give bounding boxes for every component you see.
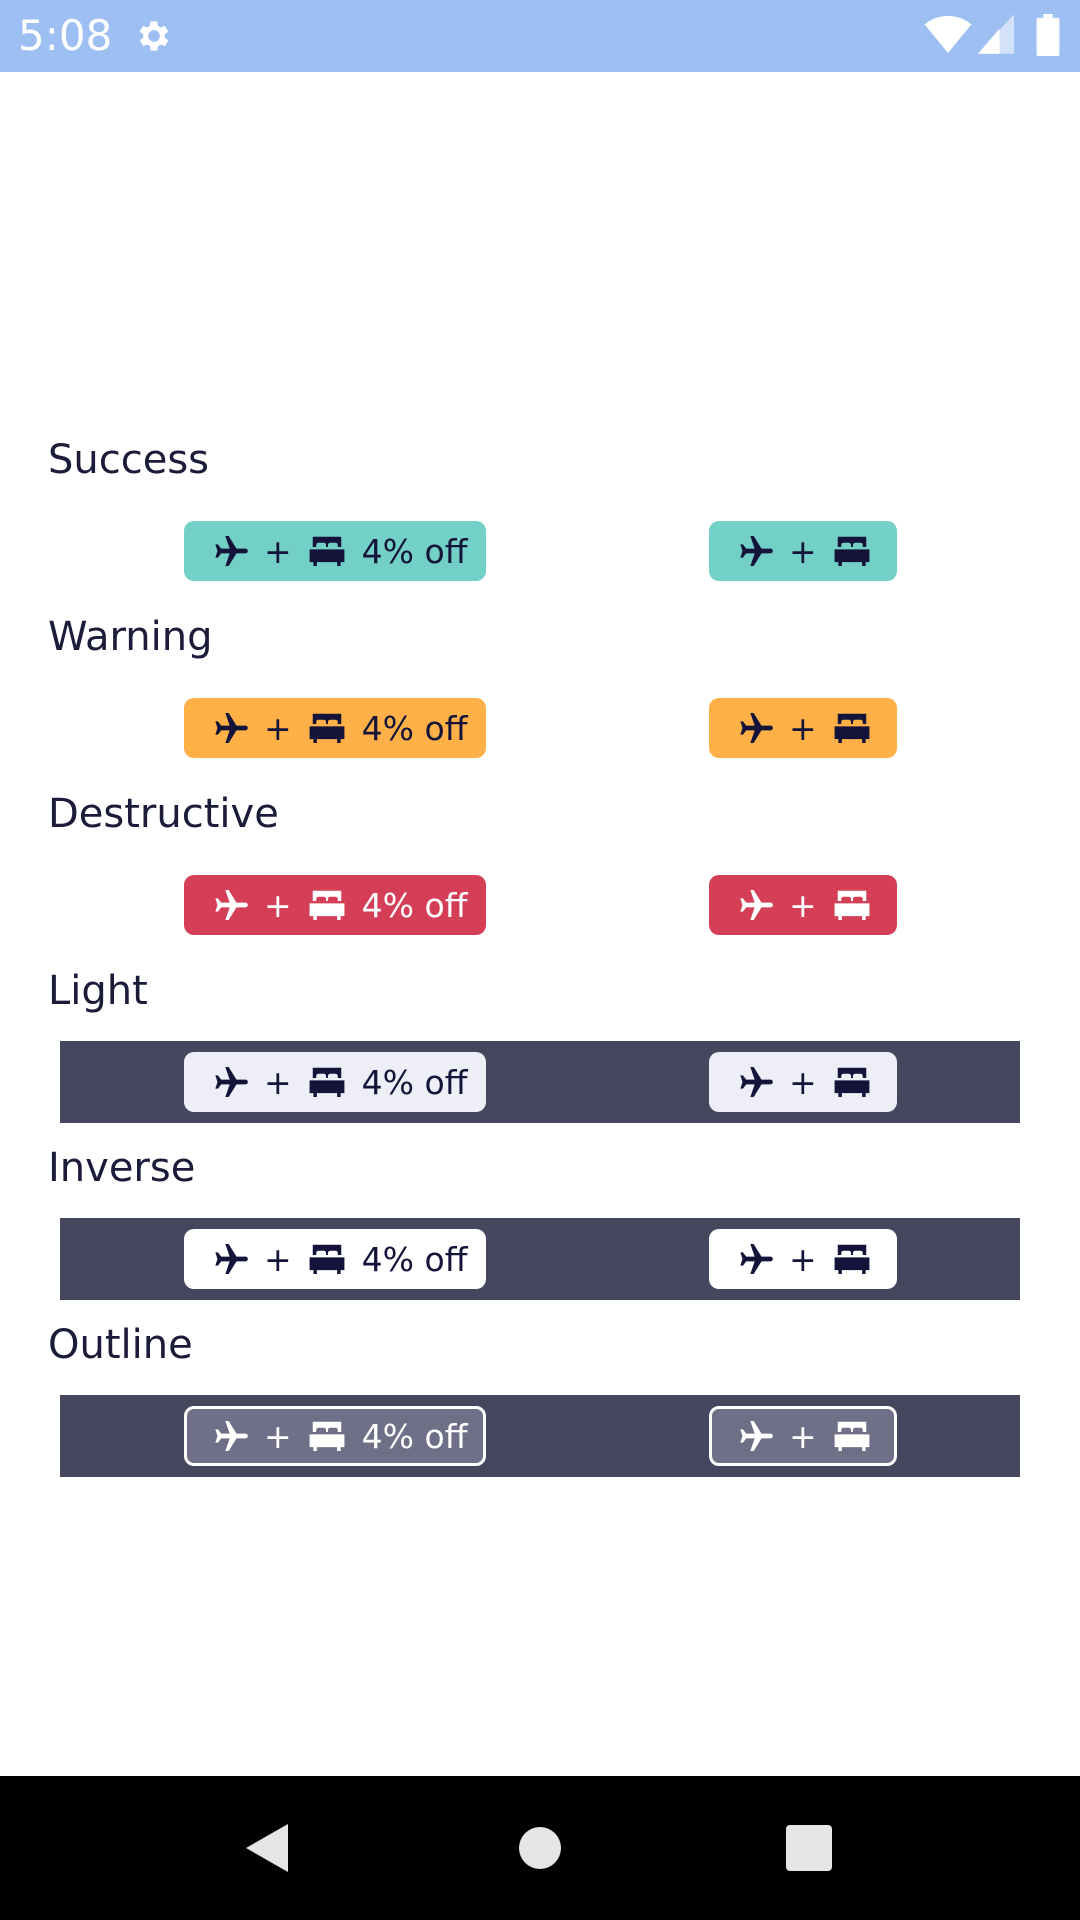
section-label-warning: Warning [48, 614, 213, 660]
bed-icon [309, 536, 345, 567]
airplane-icon [215, 1067, 248, 1097]
plus-sign: + [264, 708, 292, 748]
bed-icon [309, 1421, 345, 1452]
destructive-badge-with-discount: + 4% off [184, 875, 486, 935]
inverse-badge-compact: + [709, 1229, 897, 1289]
discount-text: 4% off [361, 885, 468, 925]
plus-sign: + [789, 531, 817, 571]
plus-sign: + [789, 1239, 817, 1279]
bed-icon [309, 1244, 345, 1275]
back-icon[interactable] [244, 1822, 290, 1874]
bed-icon [834, 1244, 870, 1275]
section-label-inverse: Inverse [48, 1145, 196, 1191]
plus-sign: + [264, 1239, 292, 1279]
warning-badge-with-discount: + 4% off [184, 698, 486, 758]
section-label-success: Success [48, 437, 210, 483]
bed-icon [834, 890, 870, 921]
airplane-icon [740, 536, 773, 566]
airplane-icon [740, 1067, 773, 1097]
destructive-badge-compact: + [709, 875, 897, 935]
plus-sign: + [789, 885, 817, 925]
status-bar: 5:08 [0, 0, 1080, 72]
bed-icon [834, 1067, 870, 1098]
bed-icon [834, 536, 870, 567]
section-label-outline: Outline [48, 1322, 193, 1368]
airplane-icon [215, 1244, 248, 1274]
inverse-badge-with-discount: + 4% off [184, 1229, 486, 1289]
discount-text: 4% off [361, 708, 468, 748]
bed-icon [309, 890, 345, 921]
gear-icon [139, 21, 169, 51]
light-badge-with-discount: + 4% off [184, 1052, 486, 1112]
wifi-icon [924, 16, 972, 53]
bed-icon [309, 713, 345, 744]
home-icon[interactable] [519, 1827, 561, 1869]
outline-badge-compact: + [709, 1406, 897, 1466]
discount-text: 4% off [361, 1416, 468, 1456]
light-badge-compact: + [709, 1052, 897, 1112]
plus-sign: + [264, 1416, 292, 1456]
airplane-icon [215, 890, 248, 920]
section-label-light: Light [48, 968, 148, 1014]
airplane-icon [215, 1421, 248, 1451]
plus-sign: + [264, 885, 292, 925]
success-badge-compact: + [709, 521, 897, 581]
bed-icon [834, 1421, 870, 1452]
section-label-destructive: Destructive [48, 791, 279, 837]
warning-badge-compact: + [709, 698, 897, 758]
airplane-icon [215, 713, 248, 743]
plus-sign: + [264, 1062, 292, 1102]
discount-text: 4% off [361, 1062, 468, 1102]
discount-text: 4% off [361, 531, 468, 571]
battery-icon [1036, 14, 1060, 56]
airplane-icon [740, 1421, 773, 1451]
airplane-icon [740, 1244, 773, 1274]
plus-sign: + [264, 531, 292, 571]
status-time: 5:08 [18, 11, 113, 60]
outline-badge-with-discount: + 4% off [184, 1406, 486, 1466]
success-badge-with-discount: + 4% off [184, 521, 486, 581]
discount-text: 4% off [361, 1239, 468, 1279]
plus-sign: + [789, 708, 817, 748]
plus-sign: + [789, 1416, 817, 1456]
plus-sign: + [789, 1062, 817, 1102]
recents-icon[interactable] [786, 1825, 832, 1871]
airplane-icon [215, 536, 248, 566]
airplane-icon [740, 713, 773, 743]
airplane-icon [740, 890, 773, 920]
bed-icon [309, 1067, 345, 1098]
cellular-signal-icon [978, 14, 1014, 54]
bed-icon [834, 713, 870, 744]
